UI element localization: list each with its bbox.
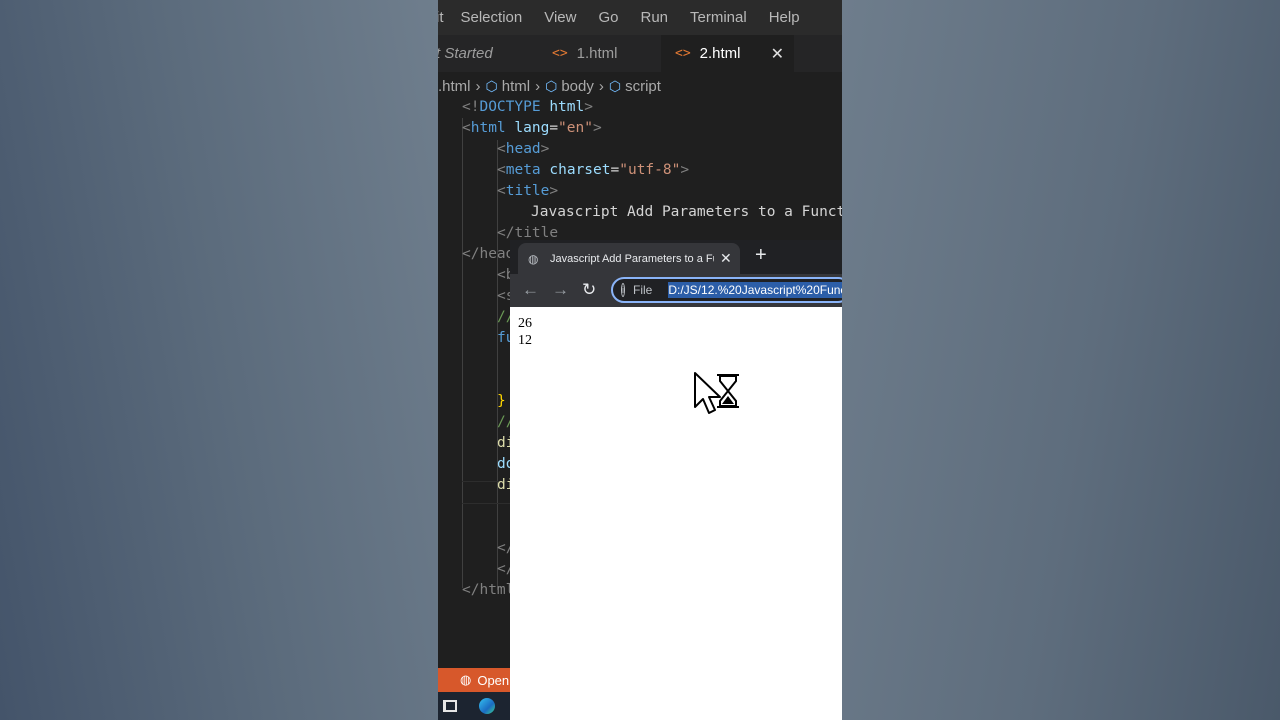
new-tab-icon[interactable]: + (755, 244, 767, 267)
breadcrumb-body[interactable]: body (561, 78, 594, 95)
browser-tab[interactable]: ◍ Javascript Add Parameters to a Functio… (518, 243, 740, 274)
task-view-icon[interactable] (443, 700, 457, 712)
tab-label: t Started (438, 45, 493, 62)
code-line: <title> (497, 183, 559, 199)
menu-selection[interactable]: Selection (461, 9, 523, 26)
url-text[interactable]: D:/JS/12.%20Javascript%20Function (668, 282, 842, 298)
html-file-icon: <> (675, 46, 691, 61)
code-line: Javascript Add Parameters to a Funct (531, 204, 842, 220)
breadcrumb: .html › ⬡ html › ⬡ body › ⬡ script (438, 74, 842, 98)
menu-help[interactable]: Help (769, 9, 800, 26)
desktop-background-right (842, 0, 1280, 720)
taskbar (438, 692, 510, 720)
breadcrumb-file[interactable]: .html (438, 78, 471, 95)
menu-terminal[interactable]: Terminal (690, 9, 747, 26)
tab-label: 2.html (699, 45, 741, 62)
back-arrow-icon[interactable]: ← (522, 280, 539, 300)
scheme-label: File (633, 283, 653, 297)
info-icon[interactable]: i (621, 283, 625, 297)
reload-icon[interactable]: ↻ (582, 280, 596, 300)
tab-label: 1.html (576, 45, 618, 62)
browser-window: ◍ Javascript Add Parameters to a Functio… (510, 240, 842, 720)
menu-go[interactable]: Go (598, 9, 618, 26)
tab-get-started[interactable]: t Started (438, 35, 526, 72)
element-cube-icon: ⬡ (485, 77, 498, 94)
code-line: <html lang="en"> (462, 120, 602, 136)
page-content: 26 12 (510, 307, 842, 720)
output-line: 12 (518, 333, 532, 348)
editor-tab-bar: t Started <> 1.html <> 2.html ✕ (438, 35, 842, 72)
chevron-right-icon: › (475, 77, 481, 95)
chevron-right-icon: › (535, 77, 541, 95)
menu-edit[interactable]: it (438, 9, 444, 26)
html-file-icon: <> (552, 46, 568, 61)
code-line: <!DOCTYPE html> (462, 99, 593, 115)
output-line: 26 (518, 316, 532, 331)
browser-toolbar: ← → ↻ i File D:/JS/12.%20Javascript%20Fu… (510, 274, 842, 307)
desktop-background-left (0, 0, 438, 720)
element-cube-icon: ⬡ (608, 77, 622, 94)
browser-tab-strip: ◍ Javascript Add Parameters to a Functio… (510, 240, 842, 274)
tab-1-html[interactable]: <> 1.html (538, 35, 658, 72)
breadcrumb-html[interactable]: html (502, 78, 530, 95)
edge-browser-icon[interactable] (479, 698, 495, 714)
globe-icon: ◍ (460, 672, 472, 687)
browser-tab-title: Javascript Add Parameters to a Function (550, 252, 714, 265)
open-label: Open (477, 672, 510, 688)
status-bar-go-live[interactable]: ◍ Open (438, 668, 510, 692)
close-tab-icon[interactable]: ✕ (771, 44, 784, 64)
forward-arrow-icon[interactable]: → (552, 280, 569, 300)
busy-cursor-icon (694, 372, 739, 414)
chevron-right-icon: › (598, 77, 604, 95)
tab-2-html[interactable]: <> 2.html ✕ (661, 35, 794, 72)
breadcrumb-script[interactable]: script (625, 78, 661, 95)
code-line: <head> (497, 141, 550, 157)
menu-bar: it Selection View Go Run Terminal Help (438, 0, 842, 35)
menu-view[interactable]: View (544, 9, 576, 26)
close-tab-icon[interactable]: ✕ (720, 250, 732, 267)
element-cube-icon: ⬡ (545, 77, 558, 94)
globe-icon: ◍ (528, 251, 539, 266)
menu-run[interactable]: Run (640, 9, 668, 26)
address-bar[interactable]: i File D:/JS/12.%20Javascript%20Function (611, 277, 842, 303)
code-line: <meta charset="utf-8"> (497, 162, 690, 178)
